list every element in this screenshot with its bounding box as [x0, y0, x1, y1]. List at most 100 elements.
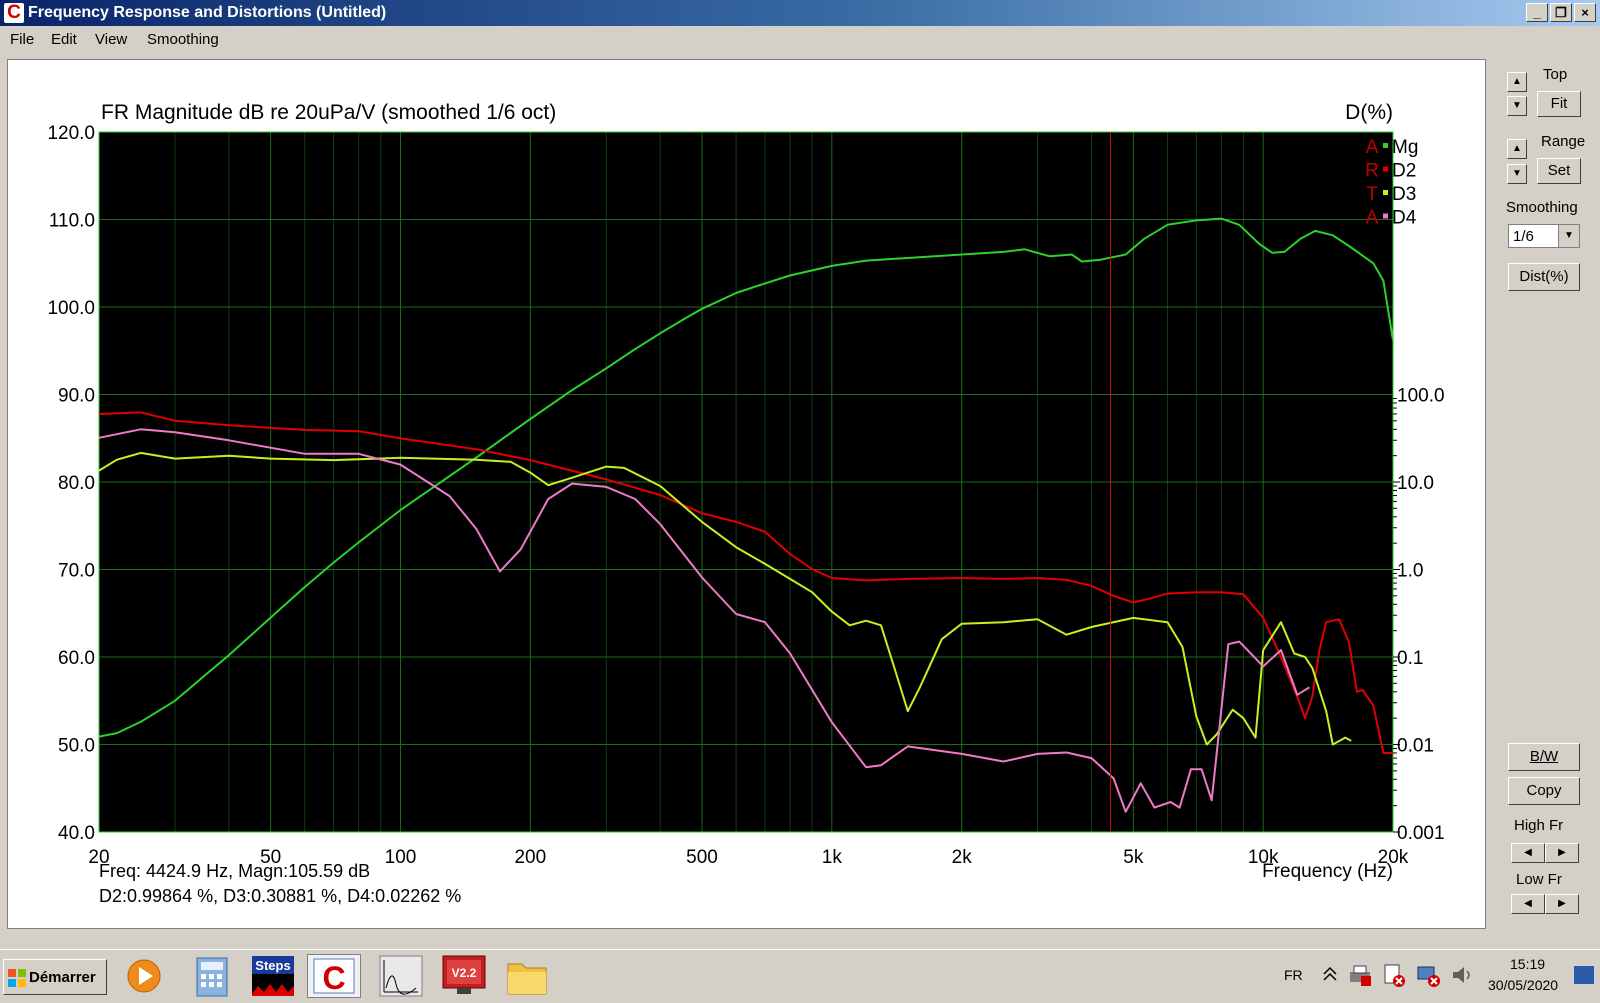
- high-fr-label: High Fr: [1514, 817, 1564, 834]
- high-fr-right-arrow[interactable]: ▶: [1545, 843, 1579, 863]
- legend-swatch-d3: [1383, 190, 1388, 195]
- app-icon[interactable]: C: [4, 2, 24, 23]
- graph-panel: FR Magnitude dB re 20uPa/V (smoothed 1/6…: [7, 59, 1486, 929]
- media-player-icon[interactable]: [122, 954, 168, 998]
- chart-title: FR Magnitude dB re 20uPa/V (smoothed 1/6…: [101, 101, 556, 124]
- show-desktop-button[interactable]: [1574, 966, 1594, 984]
- low-fr-left-arrow[interactable]: ◀: [1511, 894, 1545, 914]
- top-down-arrow[interactable]: ▼: [1507, 96, 1527, 116]
- title-bar: C Frequency Response and Distortions (Un…: [0, 0, 1600, 26]
- steps-label: Steps: [255, 958, 290, 973]
- y-tick-label: 90.0: [58, 386, 95, 407]
- menu-view[interactable]: View: [95, 31, 127, 48]
- cursor-readout-line1: Freq: 4424.9 Hz, Magn:105.59 dB: [99, 861, 370, 881]
- y-tick-label: 50.0: [58, 736, 95, 757]
- y2-tick-label: 10.0: [1397, 473, 1434, 494]
- x-tick-label: 20: [88, 847, 109, 868]
- set-button[interactable]: Set: [1537, 158, 1581, 184]
- y2-tick-label: 100.0: [1397, 386, 1445, 407]
- frequency-response-app-glyph: C: [322, 960, 345, 996]
- y-tick-label: 40.0: [58, 823, 95, 844]
- calculator-icon[interactable]: [189, 954, 235, 998]
- y-tick-label: 120.0: [47, 123, 95, 144]
- bw-button[interactable]: B/W: [1508, 743, 1580, 771]
- x-tick-label: 10k: [1248, 847, 1279, 868]
- legend-label-d4: D4: [1392, 208, 1417, 229]
- close-button[interactable]: ×: [1574, 3, 1596, 22]
- rta-letter: A: [1366, 208, 1379, 229]
- y-tick-label: 80.0: [58, 473, 95, 494]
- menu-bar: File Edit View Smoothing: [0, 27, 1600, 51]
- rta-letter: A: [1366, 137, 1379, 158]
- taskbar: Démarrer Steps C V2.2 FR 15:19 30/05/202…: [0, 949, 1600, 1000]
- y2-tick-label: 0.1: [1397, 648, 1423, 669]
- x-tick-label: 5k: [1123, 847, 1144, 868]
- network-error-icon[interactable]: [1415, 962, 1441, 988]
- top-up-arrow[interactable]: ▲: [1507, 72, 1527, 92]
- menu-smoothing[interactable]: Smoothing: [147, 31, 219, 48]
- steps-app-icon[interactable]: Steps: [250, 954, 296, 998]
- y-tick-label: 100.0: [47, 298, 95, 319]
- start-label: Démarrer: [29, 969, 96, 986]
- range-up-arrow[interactable]: ▲: [1507, 139, 1527, 159]
- smoothing-label: Smoothing: [1506, 199, 1578, 216]
- top-label: Top: [1543, 66, 1568, 83]
- legend-label-d2: D2: [1392, 161, 1416, 182]
- low-fr-right-arrow[interactable]: ▶: [1545, 894, 1579, 914]
- legend-swatch-d2: [1383, 166, 1388, 172]
- v22-label: V2.2: [452, 966, 477, 980]
- y-tick-label: 60.0: [58, 648, 95, 669]
- v22-app-icon[interactable]: V2.2: [441, 954, 487, 998]
- x-tick-label: 500: [686, 847, 718, 868]
- x-tick-label: 2k: [952, 847, 973, 868]
- legend-swatch-mg: [1383, 143, 1388, 148]
- chevron-down-icon[interactable]: ▼: [1558, 225, 1579, 247]
- restore-button[interactable]: ❐: [1550, 3, 1572, 22]
- printer-icon[interactable]: [1347, 962, 1373, 988]
- y2-tick-label: 0.001: [1397, 823, 1445, 844]
- x-tick-label: 100: [385, 847, 417, 868]
- clock-time[interactable]: 15:19: [1510, 956, 1545, 972]
- x-tick-label: 200: [514, 847, 546, 868]
- range-label: Range: [1541, 133, 1586, 150]
- x-tick-label: 50: [260, 847, 281, 868]
- windows-logo-icon: [8, 969, 26, 987]
- language-indicator[interactable]: FR: [1284, 967, 1303, 983]
- legend-swatch-d4: [1383, 213, 1388, 219]
- impedance-app-icon[interactable]: [378, 954, 424, 998]
- dist-button[interactable]: Dist(%): [1508, 263, 1580, 291]
- start-button[interactable]: Démarrer: [3, 959, 107, 995]
- low-fr-label: Low Fr: [1516, 871, 1562, 888]
- high-fr-left-arrow[interactable]: ◀: [1511, 843, 1545, 863]
- y2-tick-label: 0.01: [1397, 736, 1434, 757]
- frequency-response-chart[interactable]: FR Magnitude dB re 20uPa/V (smoothed 1/6…: [8, 60, 1485, 928]
- rta-letter: T: [1366, 184, 1378, 205]
- minimize-button[interactable]: _: [1526, 3, 1548, 22]
- y-tick-label: 70.0: [58, 561, 95, 582]
- rta-letter: R: [1365, 161, 1379, 182]
- clock-date[interactable]: 30/05/2020: [1488, 977, 1558, 993]
- cursor-readout-line2: D2:0.99864 %, D3:0.30881 %, D4:0.02262 %: [99, 886, 461, 906]
- copy-button[interactable]: Copy: [1508, 777, 1580, 805]
- smoothing-value: 1/6: [1513, 228, 1534, 245]
- legend-label-d3: D3: [1392, 184, 1416, 205]
- x-tick-label: 20k: [1378, 847, 1409, 868]
- menu-edit[interactable]: Edit: [51, 31, 77, 48]
- frequency-response-app-icon[interactable]: C: [307, 954, 361, 998]
- x-axis-label: Frequency (Hz): [1262, 861, 1393, 882]
- range-down-arrow[interactable]: ▼: [1507, 164, 1527, 184]
- document-error-icon[interactable]: [1381, 962, 1407, 988]
- fit-button[interactable]: Fit: [1537, 91, 1581, 117]
- app-icon-glyph: C: [7, 2, 21, 23]
- legend-label-mg: Mg: [1392, 137, 1418, 158]
- smoothing-select[interactable]: 1/6 ▼: [1508, 224, 1580, 248]
- menu-file[interactable]: File: [10, 31, 34, 48]
- x-tick-label: 1k: [822, 847, 843, 868]
- window-title: Frequency Response and Distortions (Unti…: [28, 4, 387, 21]
- y-tick-label: 110.0: [49, 211, 95, 232]
- folder-icon[interactable]: [504, 954, 550, 998]
- y2-tick-label: 1.0: [1397, 561, 1423, 582]
- volume-icon[interactable]: [1449, 962, 1475, 988]
- chevron-up-icon[interactable]: [1320, 964, 1340, 984]
- right-axis-title: D(%): [1345, 101, 1393, 124]
